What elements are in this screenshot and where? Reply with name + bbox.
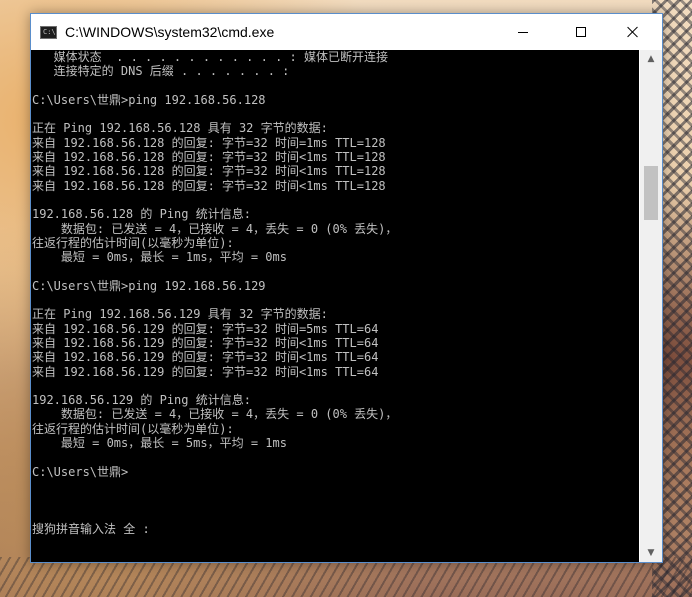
console-line: 来自 192.168.56.128 的回复: 字节=32 时间<1ms TTL=… [32, 150, 386, 165]
console-line: 最短 = 0ms，最长 = 5ms，平均 = 1ms [32, 436, 287, 451]
background-decoration [0, 557, 692, 597]
cmd-window[interactable]: C:\ C:\WINDOWS\system32\cmd.exe 媒体状态 . .… [30, 13, 663, 563]
console-line: 来自 192.168.56.128 的回复: 字节=32 时间<1ms TTL=… [32, 178, 386, 193]
console-line: 连接特定的 DNS 后缀 . . . . . . . : [32, 64, 290, 79]
console-line: 192.168.56.129 的 Ping 统计信息: [32, 393, 251, 408]
console-line: C:\Users\世鼎> [32, 464, 129, 479]
console-line: C:\Users\世鼎>ping 192.168.56.128 [32, 92, 266, 107]
console-line: 正在 Ping 192.168.56.128 具有 32 字节的数据: [32, 121, 328, 136]
console-line: 往返行程的估计时间(以毫秒为单位): [32, 421, 234, 436]
title-bar[interactable]: C:\ C:\WINDOWS\system32\cmd.exe [31, 14, 662, 50]
maximize-icon [576, 27, 586, 37]
console-output[interactable]: 媒体状态 . . . . . . . . . . . . : 媒体已断开连接 连… [31, 50, 639, 562]
console-line: 来自 192.168.56.129 的回复: 字节=32 时间<1ms TTL=… [32, 335, 379, 350]
scroll-up-button[interactable]: ▲ [640, 50, 662, 68]
console-line: C:\Users\世鼎>ping 192.168.56.129 [32, 278, 266, 293]
console-line: 来自 192.168.56.128 的回复: 字节=32 时间=1ms TTL=… [32, 135, 386, 150]
console-line: 往返行程的估计时间(以毫秒为单位): [32, 235, 234, 250]
console-line: 来自 192.168.56.129 的回复: 字节=32 时间<1ms TTL=… [32, 364, 379, 379]
console-line: 192.168.56.128 的 Ping 统计信息: [32, 207, 251, 222]
scrollbar-thumb[interactable] [644, 166, 658, 220]
close-button[interactable] [610, 14, 656, 50]
console-line: 来自 192.168.56.129 的回复: 字节=32 时间=5ms TTL=… [32, 321, 379, 336]
console-line: 来自 192.168.56.128 的回复: 字节=32 时间<1ms TTL=… [32, 164, 386, 179]
chevron-up-icon: ▲ [647, 54, 655, 64]
console-line: 媒体状态 . . . . . . . . . . . . : 媒体已断开连接 [32, 50, 388, 64]
console-line: 数据包: 已发送 = 4，已接收 = 4，丢失 = 0 (0% 丢失)， [32, 407, 398, 422]
chevron-down-icon: ▼ [647, 548, 655, 558]
console-line: 来自 192.168.56.129 的回复: 字节=32 时间<1ms TTL=… [32, 350, 379, 365]
console-line: 数据包: 已发送 = 4，已接收 = 4，丢失 = 0 (0% 丢失)， [32, 221, 398, 236]
minimize-button[interactable] [500, 14, 546, 50]
console-line: 正在 Ping 192.168.56.129 具有 32 字节的数据: [32, 307, 328, 322]
close-icon [627, 26, 639, 38]
minimize-icon [518, 31, 528, 33]
maximize-button[interactable] [558, 14, 604, 50]
window-title: C:\WINDOWS\system32\cmd.exe [65, 24, 275, 40]
console-line: 搜狗拼音输入法 全 : [32, 521, 150, 536]
vertical-scrollbar[interactable]: ▲ ▼ [640, 50, 662, 562]
console-line: 最短 = 0ms，最长 = 1ms，平均 = 0ms [32, 250, 287, 265]
cmd-app-icon[interactable]: C:\ [40, 25, 57, 39]
scroll-down-button[interactable]: ▼ [640, 544, 662, 562]
